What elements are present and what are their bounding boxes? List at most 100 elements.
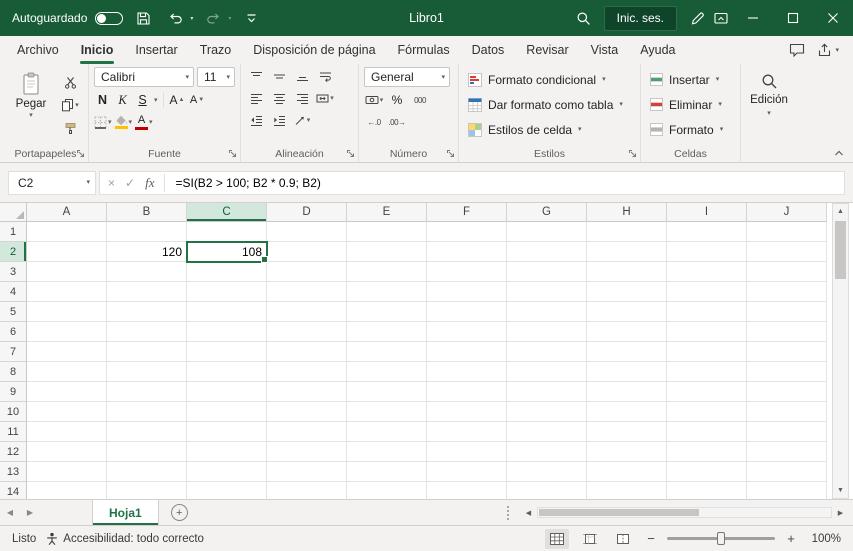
ribbon-tab-revisar[interactable]: Revisar — [515, 36, 579, 64]
cell-j11[interactable] — [747, 422, 827, 442]
cell-j9[interactable] — [747, 382, 827, 402]
increase-indent-icon[interactable] — [269, 111, 289, 129]
cell-g13[interactable] — [507, 462, 587, 482]
cell-f1[interactable] — [427, 222, 507, 242]
formula-input[interactable]: =SI(B2 > 100; B2 * 0.9; B2) — [175, 176, 320, 190]
cell-e9[interactable] — [347, 382, 427, 402]
row-header-9[interactable]: 9 — [0, 382, 27, 402]
comments-icon[interactable] — [789, 43, 805, 57]
cell-c9[interactable] — [187, 382, 267, 402]
underline-chevron-icon[interactable]: ▾ — [154, 97, 158, 104]
accessibility-status[interactable]: Accesibilidad: todo correcto — [46, 532, 204, 545]
cell-d11[interactable] — [267, 422, 347, 442]
align-bottom-icon[interactable] — [292, 67, 312, 85]
vertical-scrollbar[interactable]: ▲ ▼ — [832, 203, 849, 499]
cell-e5[interactable] — [347, 302, 427, 322]
cell-i10[interactable] — [667, 402, 747, 422]
number-format-combo[interactable]: General ▾ — [364, 67, 450, 87]
cell-g14[interactable] — [507, 482, 587, 499]
cell-i14[interactable] — [667, 482, 747, 499]
vertical-scroll-thumb[interactable] — [835, 221, 846, 279]
wrap-text-icon[interactable] — [315, 67, 335, 85]
percent-style-icon[interactable]: % — [387, 91, 407, 109]
cell-d3[interactable] — [267, 262, 347, 282]
cell-h13[interactable] — [587, 462, 667, 482]
column-header-a[interactable]: A — [27, 203, 107, 222]
cell-c5[interactable] — [187, 302, 267, 322]
row-header-7[interactable]: 7 — [0, 342, 27, 362]
horizontal-scroll-track[interactable] — [537, 507, 832, 518]
scroll-down-icon[interactable]: ▼ — [833, 483, 848, 498]
cell-f10[interactable] — [427, 402, 507, 422]
cell-e4[interactable] — [347, 282, 427, 302]
align-left-icon[interactable] — [246, 89, 266, 107]
new-sheet-button[interactable]: + — [170, 504, 188, 521]
insert-function-icon[interactable]: fx — [145, 175, 154, 191]
cell-b4[interactable] — [107, 282, 187, 302]
name-box[interactable]: C2 ▾ — [8, 170, 96, 195]
share-icon[interactable]: ▾ — [817, 43, 839, 57]
cell-a10[interactable] — [27, 402, 107, 422]
cell-i5[interactable] — [667, 302, 747, 322]
cell-a6[interactable] — [27, 322, 107, 342]
column-header-c[interactable]: C — [187, 203, 267, 222]
cut-icon[interactable] — [58, 73, 82, 91]
ribbon-tab-inicio[interactable]: Inicio — [70, 36, 125, 64]
horizontal-scroll-thumb[interactable] — [539, 509, 699, 516]
align-top-icon[interactable] — [246, 67, 266, 85]
cell-h3[interactable] — [587, 262, 667, 282]
zoom-level[interactable]: 100% — [807, 533, 841, 545]
cell-c4[interactable] — [187, 282, 267, 302]
cell-i3[interactable] — [667, 262, 747, 282]
cell-g11[interactable] — [507, 422, 587, 442]
cell-f7[interactable] — [427, 342, 507, 362]
scroll-left-icon[interactable]: ◀ — [520, 509, 537, 517]
cell-b6[interactable] — [107, 322, 187, 342]
row-header-5[interactable]: 5 — [0, 302, 27, 322]
cell-g6[interactable] — [507, 322, 587, 342]
row-header-13[interactable]: 13 — [0, 462, 27, 482]
cell-c3[interactable] — [187, 262, 267, 282]
cell-h14[interactable] — [587, 482, 667, 499]
cell-a11[interactable] — [27, 422, 107, 442]
draw-pen-icon[interactable] — [685, 5, 709, 31]
row-header-11[interactable]: 11 — [0, 422, 27, 442]
cell-f9[interactable] — [427, 382, 507, 402]
zoom-slider-thumb[interactable] — [717, 532, 725, 545]
cell-h5[interactable] — [587, 302, 667, 322]
row-header-6[interactable]: 6 — [0, 322, 27, 342]
previous-sheet-icon[interactable]: ◀ — [0, 500, 20, 525]
cell-e14[interactable] — [347, 482, 427, 499]
column-header-e[interactable]: E — [347, 203, 427, 222]
cell-e2[interactable] — [347, 242, 427, 262]
zoom-in-button[interactable]: + — [784, 531, 798, 546]
cell-j7[interactable] — [747, 342, 827, 362]
cell-j8[interactable] — [747, 362, 827, 382]
cell-a13[interactable] — [27, 462, 107, 482]
sign-in-button[interactable]: Inic. ses. — [603, 5, 677, 31]
ribbon-display-options-icon[interactable] — [709, 5, 733, 31]
cell-j1[interactable] — [747, 222, 827, 242]
cell-d1[interactable] — [267, 222, 347, 242]
font-name-combo[interactable]: Calibri ▾ — [94, 67, 194, 87]
cancel-entry-icon[interactable]: × — [108, 176, 115, 190]
cell-f3[interactable] — [427, 262, 507, 282]
number-dialog-launcher-icon[interactable] — [446, 149, 456, 159]
ribbon-tab-formulas[interactable]: Fórmulas — [387, 36, 461, 64]
ribbon-tab-ayuda[interactable]: Ayuda — [629, 36, 686, 64]
cell-g8[interactable] — [507, 362, 587, 382]
format-cells-button[interactable]: Formato ▾ — [646, 117, 735, 142]
cell-e12[interactable] — [347, 442, 427, 462]
ribbon-tab-datos[interactable]: Datos — [461, 36, 516, 64]
row-header-4[interactable]: 4 — [0, 282, 27, 302]
horizontal-scrollbar[interactable]: ◀ ▶ — [507, 500, 853, 525]
cell-a2[interactable] — [27, 242, 107, 262]
cell-c14[interactable] — [187, 482, 267, 499]
cell-g2[interactable] — [507, 242, 587, 262]
cell-h9[interactable] — [587, 382, 667, 402]
cell-e13[interactable] — [347, 462, 427, 482]
cell-d12[interactable] — [267, 442, 347, 462]
cell-h11[interactable] — [587, 422, 667, 442]
cell-f6[interactable] — [427, 322, 507, 342]
cell-j14[interactable] — [747, 482, 827, 499]
